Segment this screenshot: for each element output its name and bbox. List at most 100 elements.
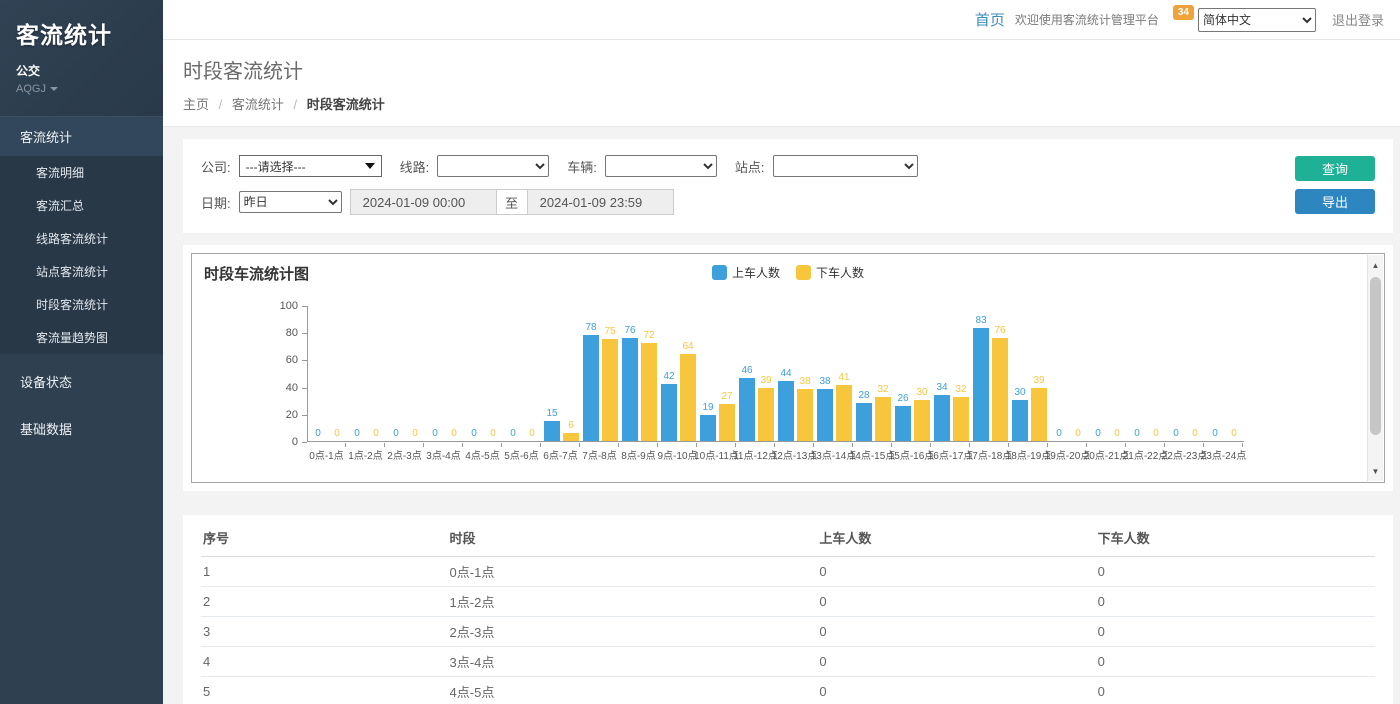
x-axis-label-cell: 5点-6点: [502, 447, 541, 462]
chevron-down-icon: [50, 87, 58, 91]
breadcrumb-home[interactable]: 主页: [183, 97, 209, 112]
table-cell: 0: [1096, 677, 1375, 704]
bar-value-label: 38: [819, 376, 830, 388]
breadcrumb-section[interactable]: 客流统计: [232, 97, 284, 112]
sidebar-subitem-5[interactable]: 客流量趋势图: [0, 321, 163, 354]
bar-column: 38: [817, 376, 833, 441]
org-name: 公交: [16, 62, 147, 79]
x-axis-tick-label: 8点-9点: [621, 447, 655, 462]
main-area: 首页 欢迎使用客流统计管理平台 34 简体中文 退出登录 时段客流统计 主页 /…: [163, 0, 1400, 704]
bar-column: 0: [1148, 428, 1164, 441]
sidebar-subitem-0[interactable]: 客流明细: [0, 156, 163, 189]
logout-link[interactable]: 退出登录: [1332, 10, 1384, 29]
bar-column: 38: [797, 376, 813, 441]
legend-item-0[interactable]: 上车人数: [712, 264, 780, 281]
bar-column: 0: [1051, 428, 1067, 441]
page-title: 时段客流统计: [183, 55, 1400, 84]
x-axis-label-cell: 14点-15点: [853, 447, 892, 462]
org-code-dropdown[interactable]: AQGJ: [16, 83, 147, 95]
bar-column: 34: [934, 382, 950, 441]
line-select[interactable]: [437, 155, 549, 177]
breadcrumb: 主页 / 客流统计 / 时段客流统计: [183, 94, 1400, 113]
sidebar-item-device-status[interactable]: 设备状态: [0, 362, 163, 401]
chart-panel: 时段车流统计图 上车人数下车人数 020406080100 0000000000…: [183, 245, 1393, 491]
bar-column: 72: [641, 330, 657, 441]
sidebar-subitem-1[interactable]: 客流汇总: [0, 189, 163, 222]
brand-title: 客流统计: [16, 16, 147, 50]
chart-bars: 0000000000001567875767242641927463944383…: [308, 305, 1244, 441]
bar-column: 26: [895, 393, 911, 441]
sidebar-subitem-2[interactable]: 线路客流统计: [0, 222, 163, 255]
date-label: 日期:: [201, 193, 231, 212]
table-cell: 0: [817, 557, 1095, 587]
station-select[interactable]: [773, 155, 918, 177]
bar-group: 83 76: [971, 305, 1010, 441]
bar-group: 46 39: [737, 305, 776, 441]
x-axis-label-cell: 23点-24点: [1204, 447, 1243, 462]
bar-group: 00: [503, 305, 542, 441]
y-axis-tick-label: 60: [264, 354, 298, 366]
sidebar-subitem-3[interactable]: 站点客流统计: [0, 255, 163, 288]
x-axis-tick-label: 23点-24点: [1201, 447, 1247, 462]
bar-column: 0: [505, 428, 521, 441]
bar-column: 0: [368, 428, 384, 441]
bar-value-label: 0: [1095, 428, 1101, 440]
company-select[interactable]: ---请选择---: [239, 155, 382, 177]
bar-value-label: 42: [663, 371, 674, 383]
bar-group: 00: [1088, 305, 1127, 441]
bar-column: 0: [524, 428, 540, 441]
x-axis-label-cell: 3点-4点: [424, 447, 463, 462]
table-cell: 0: [817, 677, 1095, 704]
bar-value-label: 0: [432, 428, 438, 440]
x-axis-label-cell: 19点-20点: [1048, 447, 1087, 462]
bar-column: 0: [388, 428, 404, 441]
bar-column: 0: [1168, 428, 1184, 441]
scroll-up-icon[interactable]: ▲: [1368, 257, 1383, 273]
home-link[interactable]: 首页: [975, 9, 1005, 30]
bar-value-label: 0: [1231, 428, 1237, 440]
bar-value-label: 46: [741, 365, 752, 377]
bar-group: 00: [1166, 305, 1205, 441]
legend-item-1[interactable]: 下车人数: [796, 264, 864, 281]
table-cell: 2点-3点: [448, 617, 818, 647]
x-axis-tick-label: 4点-5点: [465, 447, 499, 462]
scrollbar-thumb[interactable]: [1370, 277, 1381, 435]
sidebar-item-passenger-stats[interactable]: 客流统计: [0, 116, 163, 156]
sidebar-subitem-4[interactable]: 时段客流统计: [0, 288, 163, 321]
bar-group: 3432: [932, 305, 971, 441]
bar-column: 41: [836, 372, 852, 441]
bar: [797, 389, 813, 441]
bar-column: 6: [563, 420, 579, 441]
bar-group: 00: [464, 305, 503, 441]
bar-value-label: 32: [877, 384, 888, 396]
scroll-down-icon[interactable]: ▼: [1368, 463, 1383, 479]
bar-value-label: 0: [1134, 428, 1140, 440]
bar-column: 30: [1012, 387, 1028, 441]
bar-column: 39: [758, 375, 774, 441]
bar-column: 19: [700, 402, 716, 441]
sidebar-item-base-data[interactable]: 基础数据: [0, 409, 163, 448]
station-label: 站点:: [735, 157, 765, 176]
bar-column: 42: [661, 371, 677, 441]
bar-value-label: 0: [471, 428, 477, 440]
bar-group: 3039: [1010, 305, 1049, 441]
bar-column: 83: [973, 315, 989, 441]
bar-value-label: 34: [936, 382, 947, 394]
bar-value-label: 19: [702, 402, 713, 414]
vehicle-select[interactable]: [605, 155, 717, 177]
x-axis-tick-label: 3点-4点: [426, 447, 460, 462]
language-select[interactable]: 简体中文: [1198, 8, 1316, 32]
date-from-input[interactable]: [350, 189, 497, 215]
date-preset-select[interactable]: 昨日: [239, 191, 342, 213]
export-button[interactable]: 导出: [1295, 189, 1375, 214]
x-axis-label-cell: 1点-2点: [346, 447, 385, 462]
date-to-input[interactable]: [527, 189, 674, 215]
chart-vertical-scrollbar[interactable]: ▲ ▼: [1367, 255, 1383, 481]
table-cell: 1点-2点: [448, 587, 818, 617]
x-axis-label-cell: 2点-3点: [385, 447, 424, 462]
table-row: 43点-4点00: [201, 647, 1375, 677]
bar-value-label: 76: [994, 325, 1005, 337]
query-button[interactable]: 查询: [1295, 156, 1375, 181]
bar: [583, 335, 599, 441]
bar-value-label: 75: [604, 326, 615, 338]
